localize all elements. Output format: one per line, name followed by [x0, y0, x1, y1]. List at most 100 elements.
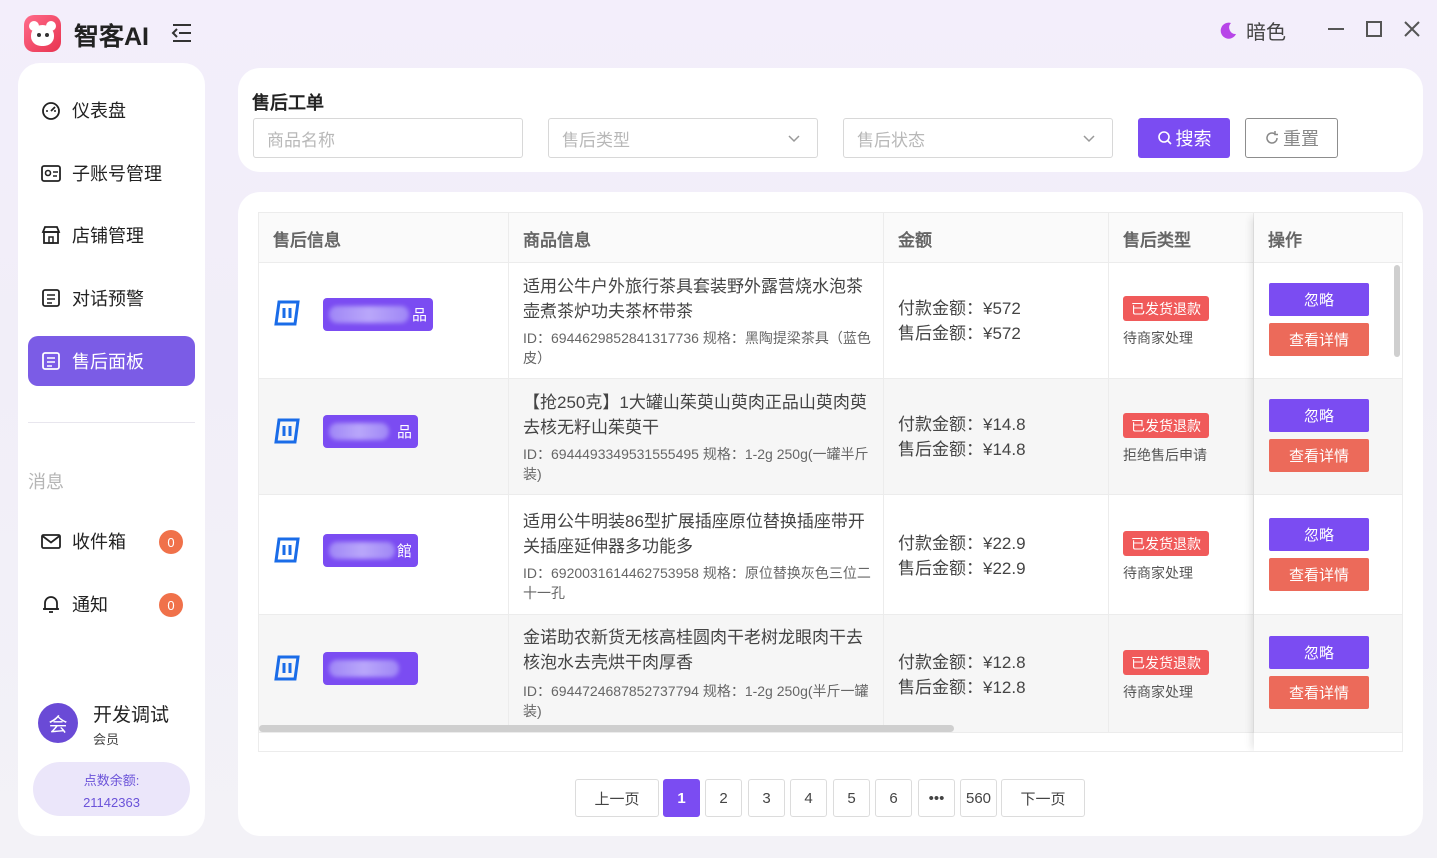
sidebar-item-label: 通知 [72, 595, 108, 615]
horizontal-scrollbar[interactable] [259, 725, 954, 732]
search-button-label: 搜索 [1175, 129, 1212, 149]
product-meta: ID：6944724687852737794 规格：1-2g 250g(半斤一罐… [523, 683, 869, 719]
reset-button[interactable]: 重置 [1245, 118, 1338, 158]
product-meta: ID：6944629852841317736 规格：黑陶提梁茶具（蓝色皮） [523, 330, 871, 366]
id-card-icon [40, 162, 62, 184]
sidebar-item-stores[interactable]: 店铺管理 [28, 210, 195, 260]
sidebar-item-label: 对话预警 [72, 289, 144, 309]
after-sales-status-select[interactable]: 售后状态 [843, 118, 1113, 158]
pay-amount: 付款金额：¥14.8 [898, 415, 1026, 434]
shop-name-suffix: 品 [396, 424, 412, 441]
view-details-button[interactable]: 查看详情 [1269, 439, 1369, 472]
column-header: 售后信息 [259, 213, 509, 263]
refund-amount: 售后金额：¥572 [898, 324, 1021, 343]
theme-toggle[interactable]: 暗色 [1218, 16, 1286, 45]
pay-amount: 付款金额：¥12.8 [898, 653, 1026, 672]
title-bar: 智客AI 暗色 [0, 0, 1437, 62]
after-sales-type-placeholder: 售后类型 [562, 130, 630, 150]
after-sales-status-placeholder: 售后状态 [857, 130, 925, 150]
shop-name-suffix: 品 [411, 307, 427, 324]
pay-amount: 付款金额：¥22.9 [898, 534, 1026, 553]
shop-name-tag [323, 652, 418, 685]
prev-page-button[interactable]: 上一页 [575, 779, 659, 817]
after-sales-status: 待商家处理 [1123, 565, 1193, 581]
app-logo [24, 15, 61, 52]
ignore-button[interactable]: 忽略 [1269, 636, 1369, 669]
sidebar-item-label: 子账号管理 [72, 164, 162, 184]
minimize-icon[interactable] [1325, 18, 1347, 40]
sidebar: 仪表盘 子账号管理 店铺管理 对话预警 售后面板 消息 收件箱 0 通知 0 会… [18, 63, 205, 836]
after-sales-type-select[interactable]: 售后类型 [548, 118, 818, 158]
close-icon[interactable] [1401, 18, 1423, 40]
user-role: 会员 [93, 732, 120, 747]
view-details-button[interactable]: 查看详情 [1269, 558, 1369, 591]
page-button[interactable]: 4 [790, 779, 827, 817]
after-sales-table-panel: 售后信息 商品信息 金额 售后类型 操作 品 适用公牛户外旅行茶具套装野外露营烧… [238, 192, 1423, 836]
refund-amount: 售后金额：¥14.8 [898, 440, 1026, 459]
shop-platform-icon [274, 300, 300, 326]
after-sales-status: 拒绝售后申请 [1123, 447, 1207, 463]
view-details-button[interactable]: 查看详情 [1269, 323, 1369, 356]
page-button[interactable]: 5 [833, 779, 870, 817]
column-header: 售后类型 [1109, 213, 1254, 263]
pay-amount: 付款金额：¥572 [898, 299, 1021, 318]
product-name: 适用公牛明装86型扩展插座原位替换插座带开关插座延伸器多功能多 [523, 512, 865, 556]
page-button-current[interactable]: 1 [663, 779, 700, 817]
points-balance-label: 点数余额: [83, 773, 140, 788]
page-button[interactable]: 3 [748, 779, 785, 817]
table-row: 品 适用公牛户外旅行茶具套装野外露营烧水泡茶壶煮茶炉功夫茶杯带茶 ID：6944… [259, 263, 1402, 379]
shop-platform-icon [274, 537, 300, 563]
after-sales-type-tag: 已发货退款 [1123, 413, 1209, 438]
table-row: 館 适用公牛明装86型扩展插座原位替换插座带开关插座延伸器多功能多 ID：692… [259, 495, 1402, 615]
product-name: 金诺助农新货无核高桂圆肉干老树龙眼肉干去核泡水去壳烘干肉厚香 [523, 628, 863, 672]
ignore-button[interactable]: 忽略 [1269, 518, 1369, 551]
moon-icon [1220, 22, 1236, 39]
ignore-button[interactable]: 忽略 [1269, 399, 1369, 432]
shop-name-suffix: 館 [396, 543, 412, 560]
sidebar-item-label: 售后面板 [72, 352, 144, 372]
shop-name-tag: 品 [323, 415, 418, 448]
product-meta: ID：6920031614462753958 规格：原位替换灰色三位二十一孔 [523, 565, 871, 601]
reset-button-label: 重置 [1283, 129, 1319, 149]
view-details-button[interactable]: 查看详情 [1269, 676, 1369, 709]
shop-name-tag: 品 [323, 298, 433, 331]
page-button[interactable]: 6 [875, 779, 912, 817]
product-name-placeholder: 商品名称 [267, 130, 335, 150]
after-sales-status: 待商家处理 [1123, 684, 1193, 700]
points-balance: 点数余额: 21142363 [33, 762, 190, 816]
avatar[interactable]: 会 [38, 703, 78, 743]
table-header: 售后信息 商品信息 金额 售后类型 操作 [259, 213, 1402, 263]
sidebar-item-sub-accounts[interactable]: 子账号管理 [28, 148, 195, 198]
sidebar-divider [28, 422, 195, 423]
sidebar-item-chat-alerts[interactable]: 对话预警 [28, 273, 195, 323]
page-button[interactable]: 560 [960, 779, 997, 817]
collapse-sidebar-icon[interactable] [170, 22, 194, 44]
page-button[interactable]: 2 [705, 779, 742, 817]
page-title: 售后工单 [252, 93, 324, 113]
shop-name-tag: 館 [323, 534, 418, 567]
maximize-icon[interactable] [1363, 18, 1385, 40]
mail-icon [40, 530, 62, 552]
shop-platform-icon [274, 655, 300, 681]
page-ellipsis-button[interactable]: ••• [918, 779, 955, 817]
chevron-down-icon [1083, 135, 1095, 143]
sidebar-item-dashboard[interactable]: 仪表盘 [28, 85, 195, 135]
notification-count-badge: 0 [159, 593, 183, 617]
clipboard-icon [40, 350, 62, 372]
sidebar-item-label: 收件箱 [72, 532, 126, 552]
after-sales-table: 售后信息 商品信息 金额 售后类型 操作 品 适用公牛户外旅行茶具套装野外露营烧… [258, 212, 1403, 752]
table-row: 品 【抢250克】1大罐山茱萸山萸肉正品山萸肉萸去核无籽山茱萸干 ID：6944… [259, 379, 1402, 495]
product-name-input[interactable]: 商品名称 [253, 118, 523, 158]
after-sales-type-tag: 已发货退款 [1123, 296, 1209, 321]
ignore-button[interactable]: 忽略 [1269, 283, 1369, 316]
search-button[interactable]: 搜索 [1138, 118, 1230, 158]
next-page-button[interactable]: 下一页 [1001, 779, 1085, 817]
theme-label: 暗色 [1246, 22, 1286, 44]
dashboard-icon [40, 99, 62, 121]
user-name: 开发调试 [93, 705, 170, 726]
vertical-scrollbar[interactable] [1394, 265, 1400, 357]
after-sales-type-tag: 已发货退款 [1123, 650, 1209, 675]
sidebar-item-label: 仪表盘 [72, 101, 126, 121]
sidebar-item-after-sales[interactable]: 售后面板 [28, 336, 195, 386]
shop-platform-icon [274, 418, 300, 444]
